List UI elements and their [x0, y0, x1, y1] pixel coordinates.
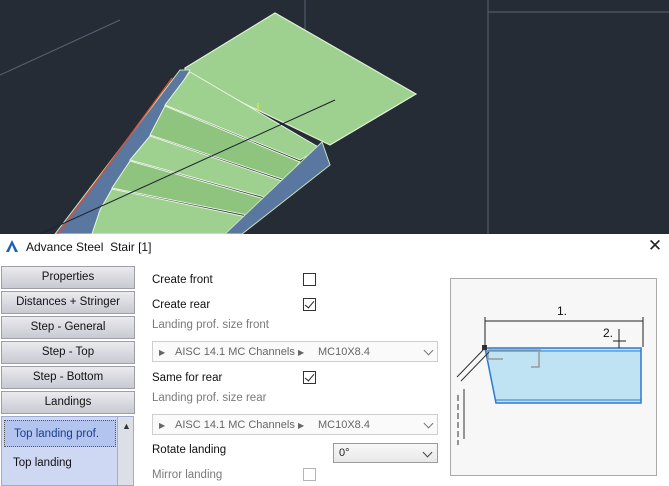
nav-step-general-button[interactable]: Step - General	[1, 316, 135, 339]
landing-rear-profile-selector[interactable]: ▶ AISC 14.1 MC Channels ▶ MC10X8.4	[152, 414, 438, 435]
same-for-rear-label: Same for rear	[152, 372, 223, 384]
dimension-label-1: 1.	[557, 304, 567, 318]
sub-item-top-landing-prof[interactable]: Top landing prof.	[4, 420, 116, 447]
expand-triangle-icon: ▶	[159, 348, 166, 357]
landing-front-profile-selector[interactable]: ▶ AISC 14.1 MC Channels ▶ MC10X8.4	[152, 341, 438, 362]
rotate-landing-value: 0°	[339, 447, 350, 459]
separator-triangle-icon: ▶	[298, 348, 305, 357]
close-button[interactable]: ✕	[646, 237, 664, 255]
landing-front-size: MC10X8.4	[318, 346, 370, 358]
rotate-landing-select[interactable]: 0°	[333, 443, 438, 463]
landing-profile-diagram: 1. 2.	[456, 304, 644, 445]
landing-rear-standard: AISC 14.1 MC Channels	[175, 419, 295, 431]
create-front-checkbox[interactable]	[303, 273, 316, 286]
mirror-landing-checkbox[interactable]	[303, 468, 316, 481]
landings-subcategory-list[interactable]: Top landing prof. Top landing ▲	[1, 416, 134, 486]
landing-front-standard: AISC 14.1 MC Channels	[175, 346, 295, 358]
expand-triangle-icon: ▶	[159, 421, 166, 430]
chevron-down-icon	[423, 418, 434, 429]
nav-distances-stringer-button[interactable]: Distances + Stringer	[1, 291, 135, 314]
landing-profile-preview: 1. 2.	[450, 278, 657, 476]
scroll-up-icon[interactable]: ▲	[122, 422, 131, 431]
create-rear-label: Create rear	[152, 299, 211, 311]
create-rear-checkbox[interactable]	[303, 298, 316, 311]
stair-properties-dialog: Advance Steel Stair [1] ✕ Properties Dis…	[0, 234, 669, 486]
category-nav: Properties Distances + Stringer Step - G…	[0, 266, 140, 486]
chevron-down-icon	[422, 447, 433, 458]
chevron-down-icon	[423, 345, 434, 356]
create-front-label: Create front	[152, 274, 213, 286]
stair-3d-model	[0, 0, 669, 234]
landing-rear-label: Landing prof. size rear	[152, 392, 267, 404]
rotate-landing-label: Rotate landing	[152, 444, 227, 456]
dialog-title: Advance Steel Stair [1]	[26, 240, 152, 254]
landing-front-label: Landing prof. size front	[152, 319, 269, 331]
mirror-landing-label: Mirror landing	[152, 469, 223, 481]
dimension-label-2: 2.	[603, 326, 613, 340]
model-viewport[interactable]	[0, 0, 669, 234]
nav-step-bottom-button[interactable]: Step - Bottom	[1, 366, 135, 389]
landing-rear-size: MC10X8.4	[318, 419, 370, 431]
nav-landings-button[interactable]: Landings	[1, 391, 135, 414]
nav-properties-button[interactable]: Properties	[1, 266, 135, 289]
sub-item-top-landing[interactable]: Top landing	[4, 450, 116, 477]
nav-step-top-button[interactable]: Step - Top	[1, 341, 135, 364]
advance-steel-logo-icon	[6, 240, 18, 252]
separator-triangle-icon: ▶	[298, 421, 305, 430]
sublist-scrollbar[interactable]: ▲	[117, 417, 133, 485]
same-for-rear-checkbox[interactable]	[303, 371, 316, 384]
dialog-titlebar: Advance Steel Stair [1] ✕	[0, 234, 669, 258]
